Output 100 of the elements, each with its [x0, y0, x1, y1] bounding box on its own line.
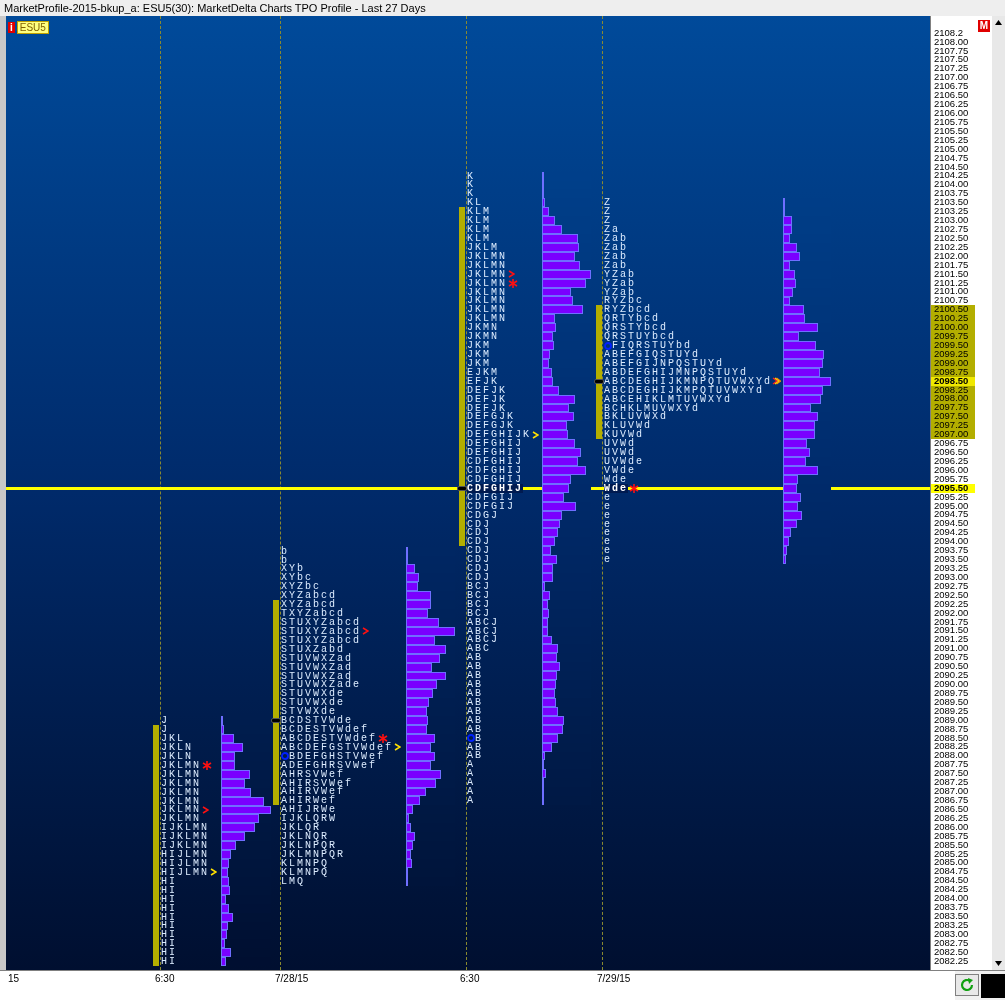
tpo-letters: AB	[467, 680, 483, 690]
tpo-letters: KLUVWd	[604, 421, 652, 431]
tpo-letters: STUVWXde	[281, 689, 345, 699]
tpo-letters: A	[467, 787, 475, 797]
tpo-letters: JKMN	[467, 332, 499, 342]
price-label: 2099.75	[931, 332, 975, 341]
tpo-letters: CDJ	[467, 537, 491, 547]
tpo-letters: YZab	[604, 269, 636, 279]
tpo-letters: Z	[604, 198, 612, 208]
tpo-letters: CDFGHIJ	[467, 457, 523, 467]
tpo-letters: IJKLQRW	[281, 814, 337, 824]
refresh-icon	[959, 977, 975, 993]
refresh-button[interactable]	[955, 974, 979, 996]
scrollbar[interactable]	[992, 16, 1005, 970]
tpo-letters: AHIRSVWef	[281, 778, 353, 788]
tpo-letters: b	[281, 555, 289, 565]
tpo-letters: DEFJK	[467, 385, 507, 395]
tpo-letters: AB	[467, 653, 483, 663]
scroll-down-icon[interactable]	[994, 959, 1003, 968]
tpo-letters: Zab	[604, 242, 628, 252]
tpo-letters: KLM	[467, 225, 491, 235]
tpo-letters: VWde	[604, 466, 636, 475]
tpo-letters: ABCDESTVWdef	[281, 733, 377, 743]
circle-icon	[604, 341, 612, 350]
tpo-letters: IJKLMN	[161, 841, 209, 851]
caret-icon	[202, 805, 209, 814]
mode-badge[interactable]: M	[977, 20, 990, 32]
tpo-letters: JKLNPQR	[281, 841, 337, 850]
tpo-letters: STUXYZabcd	[281, 635, 361, 645]
status-box	[981, 974, 1005, 998]
tpo-letters: Zab	[604, 260, 628, 270]
tpo-letters: CDJ	[467, 546, 491, 556]
tpo-letters: AB	[467, 706, 483, 716]
tpo-letters: HIJLMN	[161, 867, 209, 877]
time-label: 7/28/15	[275, 973, 309, 985]
tpo-letters: BCHKLMUVWXYd	[604, 403, 700, 413]
tpo-letters: HI	[161, 957, 177, 967]
caret-icon	[362, 627, 369, 636]
price-label: 2097.75	[931, 403, 975, 413]
tpo-letters: STUVWXZad	[281, 653, 353, 663]
tpo-letters: BCJ	[467, 599, 491, 609]
tpo-letters: HI	[161, 903, 177, 913]
tpo-letters: JKMN	[467, 323, 499, 333]
tpo-letters: AB	[467, 697, 483, 707]
tpo-letters: STUVWXde	[281, 698, 345, 708]
tpo-letters: A	[467, 778, 475, 788]
asterisk-icon	[508, 278, 518, 288]
tpo-letters: ABCDEFGSTVWdef	[281, 742, 393, 752]
tpo-letters: ABEFGIQSTUYd	[604, 350, 700, 359]
info-badge[interactable]: i	[8, 22, 15, 33]
tpo-letters: JKLN	[161, 751, 193, 761]
tpo-letters: XYZbc	[281, 582, 321, 592]
tpo-letters: STUXYZabcd	[281, 626, 361, 636]
tpo-letters: J	[161, 716, 169, 726]
tpo-letters: e	[604, 537, 612, 547]
time-label: 7/29/15	[597, 973, 631, 985]
tpo-letters: K	[467, 189, 475, 199]
price-label: 2097.50	[931, 412, 975, 422]
tpo-letters: B	[475, 733, 483, 743]
tpo-letters: CDFGHIJ	[467, 483, 523, 493]
tpo-letters: YZab	[604, 278, 636, 288]
tpo-letters: A	[467, 796, 475, 806]
tpo-letters: RYZbc	[604, 296, 644, 306]
tpo-letters: DEFGHIJ	[467, 448, 523, 458]
tpo-letters: CDFGHIJ	[467, 465, 523, 475]
price-label: 2098.25	[931, 385, 975, 395]
tpo-letters: Za	[604, 225, 620, 235]
tpo-letters: Z	[604, 207, 612, 217]
asterisk-icon	[202, 760, 212, 770]
tpo-letters: QRSTYbcd	[604, 323, 668, 333]
circle-icon	[281, 752, 289, 761]
tpo-letters: e	[604, 501, 612, 511]
tpo-letters: QRTYbcd	[604, 314, 660, 324]
tpo-letters: BCJ	[467, 608, 491, 618]
tpo-letters: STUVWXZad	[281, 671, 353, 681]
tpo-letters: e	[604, 555, 612, 565]
tpo-letters: BCJ	[467, 581, 491, 591]
caret-icon	[772, 377, 782, 386]
tpo-letters: JKLMN	[161, 787, 201, 797]
asterisk-icon	[629, 483, 639, 493]
tpo-letters: EJKM	[467, 367, 499, 377]
tpo-letters: DEFGJK	[467, 412, 515, 422]
tpo-letters: ABCDEGHIJKMNPQTUVWXYd	[604, 376, 773, 386]
window-title: MarketProfile-2015-bkup_a: ESU5(30): MarketDelta Charts TPO Profile - Last 27 Days	[0, 0, 1005, 16]
tpo-letters: CDFGHIJ	[467, 474, 523, 484]
tpo-letters: CDJ	[467, 519, 491, 529]
scroll-up-icon[interactable]	[994, 18, 1003, 27]
tpo-letters: HI	[161, 894, 177, 904]
tpo-letters: YZab	[604, 287, 636, 297]
tpo-letters: JKLMN	[467, 296, 507, 306]
circle-icon	[467, 734, 475, 743]
tpo-letters: Zab	[604, 234, 628, 243]
tpo-letters: e	[604, 519, 612, 529]
tpo-letters: JKLMN	[161, 778, 201, 788]
tpo-letters: Wde	[604, 474, 628, 484]
tpo-letters: ABCJ	[467, 626, 499, 636]
tpo-letters: HI	[161, 948, 177, 958]
tpo-letters: AB	[467, 724, 483, 734]
price-label: 2099.50	[931, 340, 975, 350]
tpo-letters: e	[604, 546, 612, 556]
